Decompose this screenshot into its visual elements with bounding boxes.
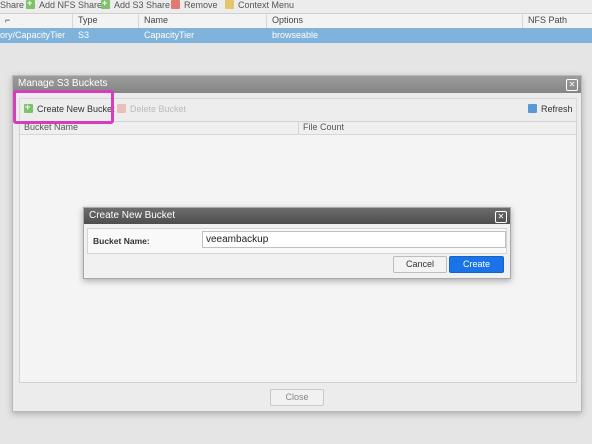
add-nfs-share-label: Add NFS Share: [39, 0, 103, 10]
refresh-icon: [528, 104, 537, 113]
remove-button[interactable]: Remove: [171, 0, 218, 13]
create-dialog-title: Create New Bucket: [89, 210, 176, 221]
highlight-box: [13, 90, 114, 124]
bucket-name-input[interactable]: veeambackup: [202, 231, 506, 248]
refresh-label: Refresh: [541, 104, 573, 114]
add-icon: [26, 0, 35, 9]
cell-options: browseable: [272, 30, 319, 40]
top-toolbar: Share Add NFS Share Add S3 Share Remove …: [0, 0, 592, 14]
close-icon[interactable]: ✕: [566, 79, 578, 91]
cell-path: ory/CapacityTier: [0, 30, 66, 40]
delete-bucket-button[interactable]: Delete Bucket: [117, 104, 186, 116]
bucket-name-label: Bucket Name:: [93, 236, 150, 246]
create-new-bucket-dialog: Create New Bucket ✕ Bucket Name: veeamba…: [83, 207, 511, 279]
table-row[interactable]: ory/CapacityTier S3 CapacityTier browsea…: [0, 28, 592, 43]
column-header-options[interactable]: Options: [266, 14, 303, 28]
add-s3-share-label: Add S3 Share: [114, 0, 171, 10]
cancel-button[interactable]: Cancel: [393, 256, 447, 273]
share-button[interactable]: Share: [0, 0, 24, 13]
delete-icon: [117, 104, 126, 113]
close-icon[interactable]: ✕: [495, 211, 507, 223]
add-s3-share-button[interactable]: Add S3 Share: [101, 0, 170, 13]
remove-icon: [171, 0, 180, 9]
column-header-file-count[interactable]: File Count: [298, 122, 344, 134]
create-dialog-titlebar: Create New Bucket ✕: [84, 208, 510, 224]
dialog-title: Manage S3 Buckets: [18, 78, 108, 89]
delete-bucket-label: Delete Bucket: [130, 104, 187, 114]
cell-nfs-path: [523, 28, 528, 43]
refresh-button[interactable]: Refresh: [528, 104, 573, 116]
remove-label: Remove: [184, 0, 218, 10]
close-button[interactable]: Close: [270, 389, 324, 406]
column-header-nfs-path[interactable]: NFS Path: [522, 14, 567, 28]
create-button[interactable]: Create: [449, 256, 504, 273]
context-menu-label: Context Menu: [238, 0, 295, 10]
column-header-name[interactable]: Name: [138, 14, 168, 28]
add-icon: [101, 0, 110, 9]
add-nfs-share-button[interactable]: Add NFS Share: [26, 0, 102, 13]
cell-name: CapacityTier: [144, 30, 195, 40]
column-header-path[interactable]: ⌐: [0, 14, 10, 28]
bucket-name-row: Bucket Name: veeambackup: [87, 228, 507, 254]
menu-icon: [225, 0, 234, 9]
shares-table-header: ⌐ Type Name Options NFS Path: [0, 14, 592, 29]
context-menu-button[interactable]: Context Menu: [225, 0, 294, 13]
column-header-type[interactable]: Type: [72, 14, 98, 28]
cell-type: S3: [78, 30, 90, 40]
